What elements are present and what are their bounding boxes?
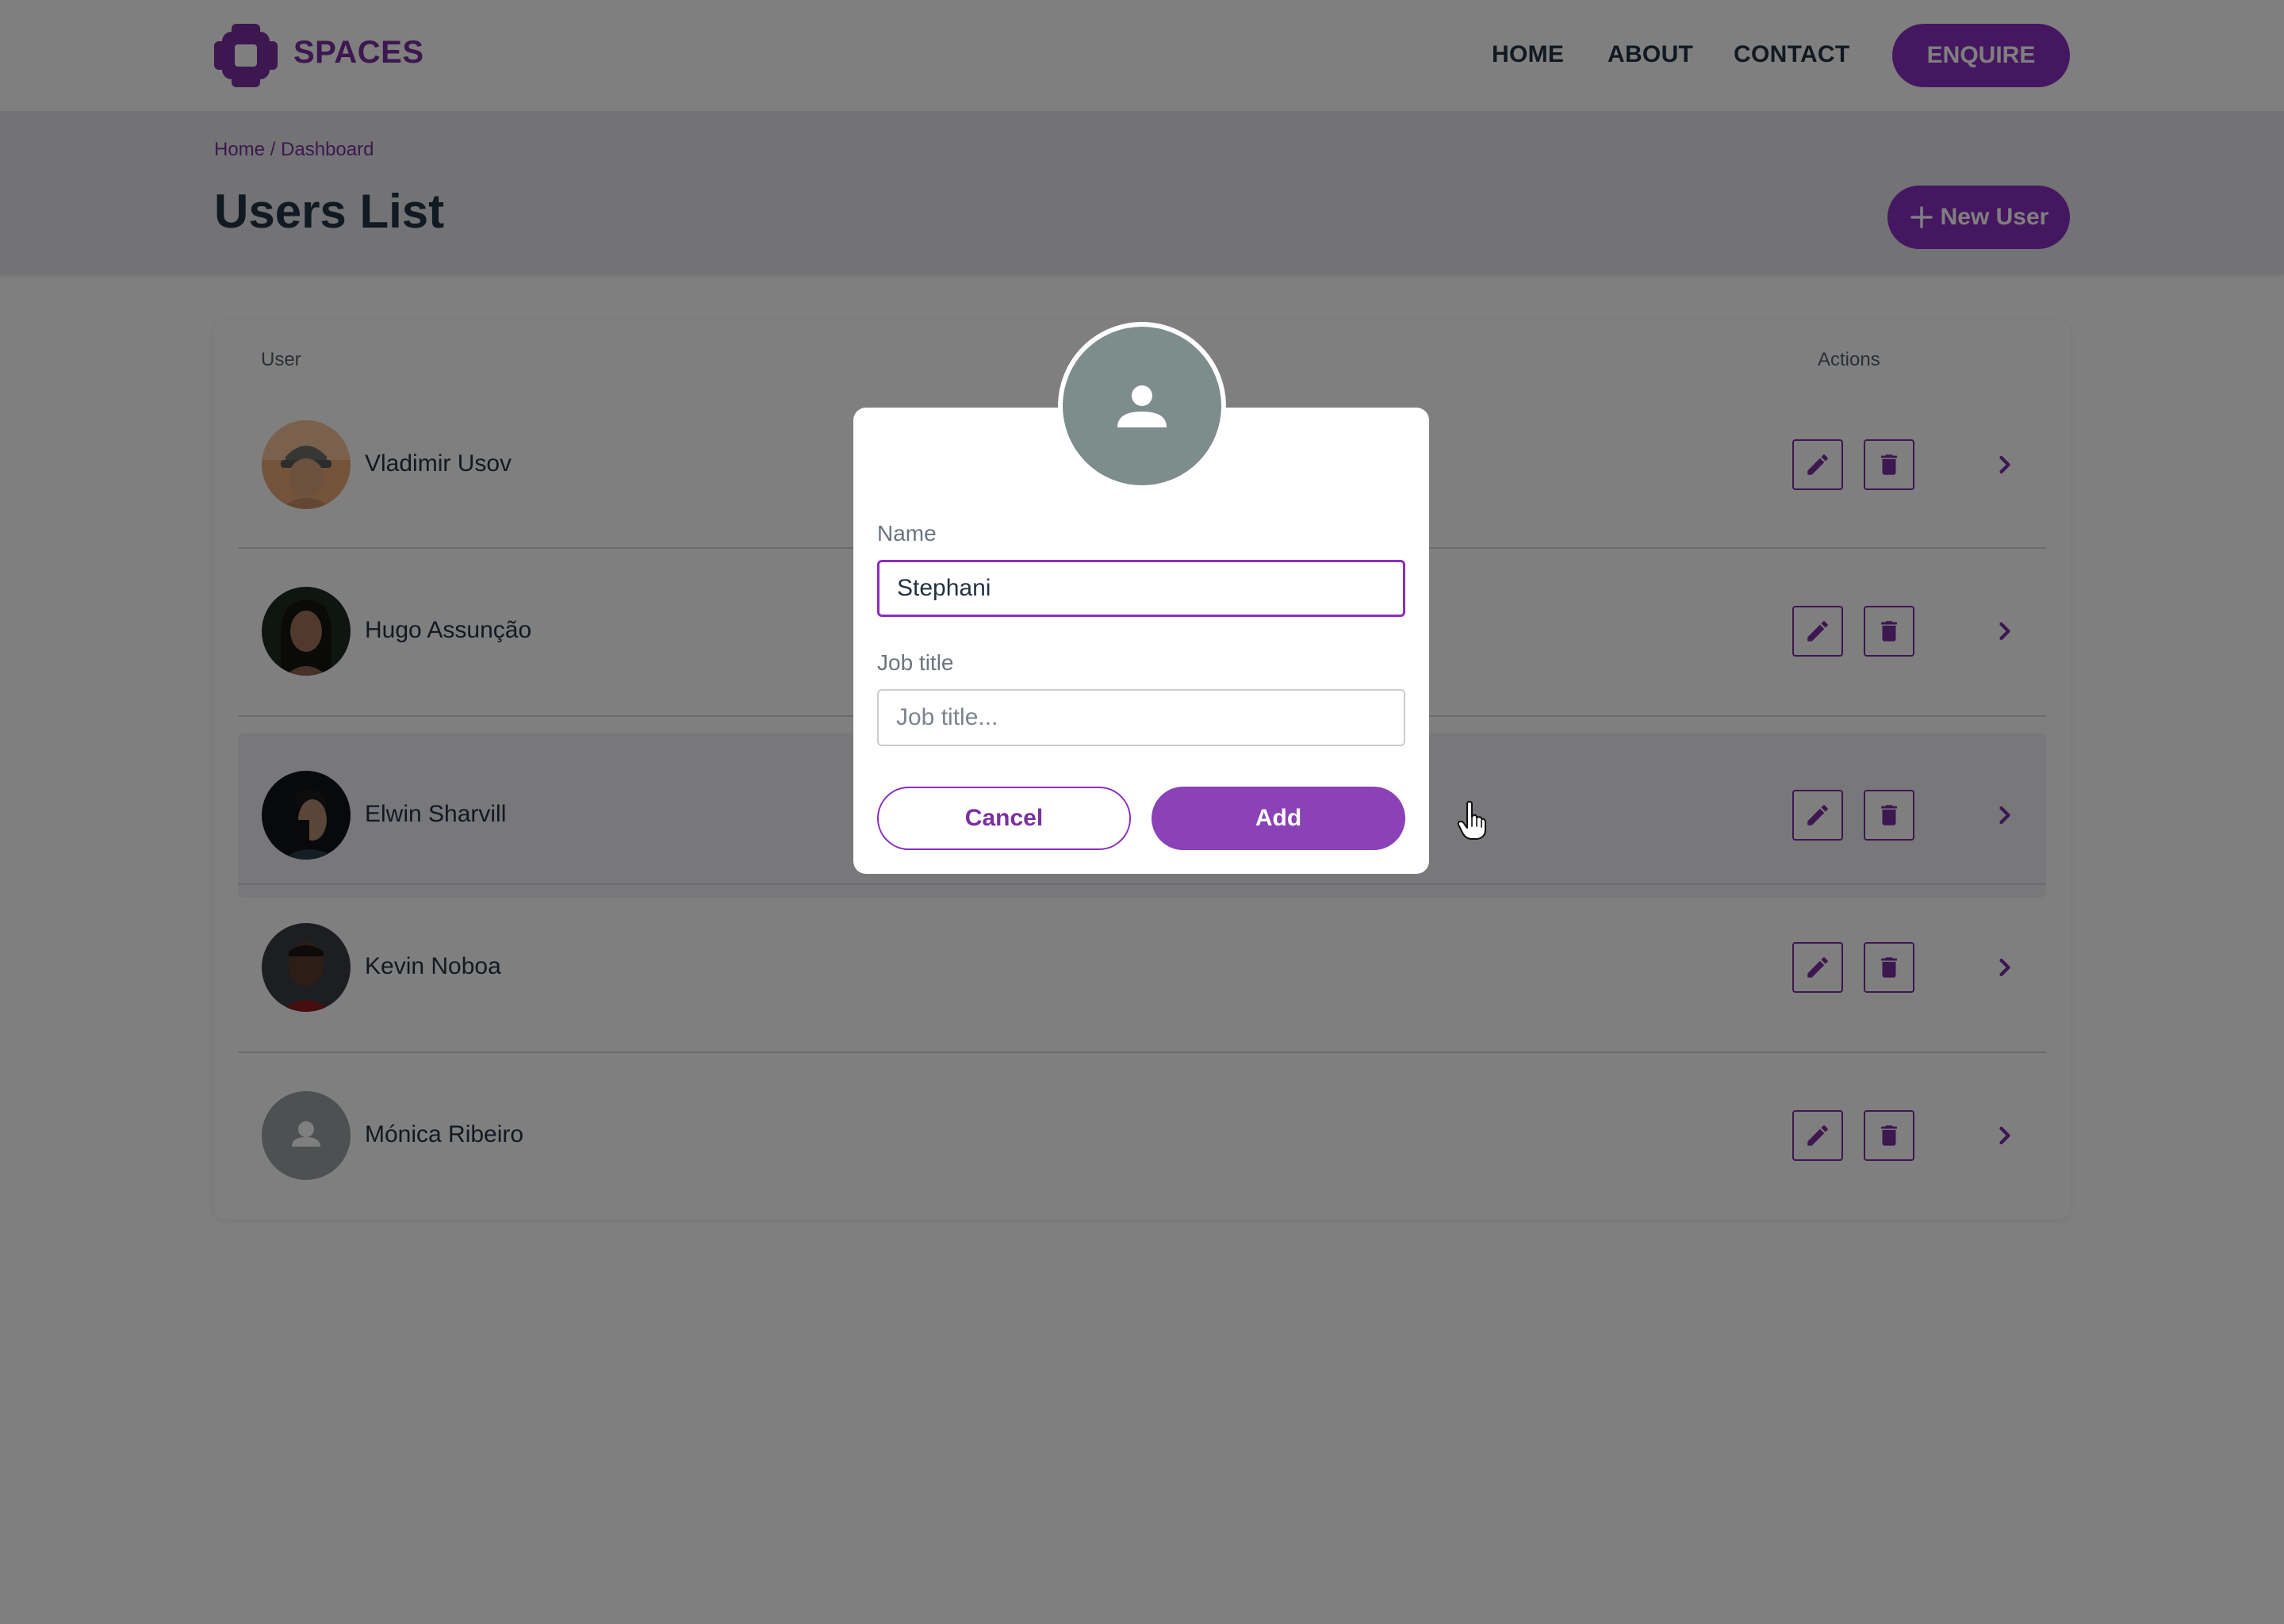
hand-cursor-icon bbox=[1457, 801, 1486, 840]
cancel-button[interactable]: Cancel bbox=[877, 787, 1131, 850]
name-label: Name bbox=[877, 521, 937, 546]
user-icon bbox=[1117, 385, 1167, 427]
job-title-input[interactable] bbox=[877, 689, 1405, 746]
job-title-label: Job title bbox=[877, 650, 954, 675]
add-button[interactable]: Add bbox=[1152, 787, 1405, 850]
modal-avatar[interactable] bbox=[1058, 322, 1226, 490]
name-input[interactable] bbox=[877, 560, 1405, 617]
